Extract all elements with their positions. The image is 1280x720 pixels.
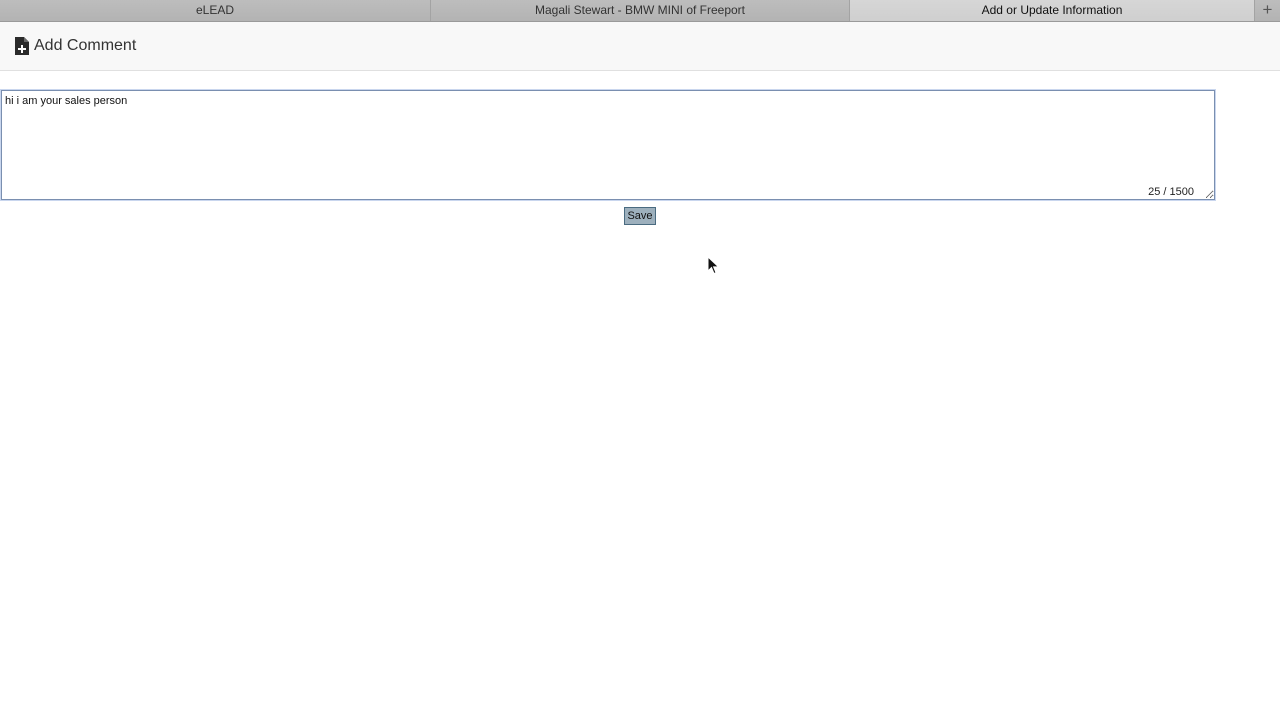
tab-elead[interactable]: eLEAD — [0, 0, 431, 21]
tab-bar: eLEAD Magali Stewart - BMW MINI of Freep… — [0, 0, 1280, 22]
page-title: Add Comment — [34, 37, 137, 54]
save-button[interactable]: Save — [624, 207, 656, 225]
mouse-cursor-icon — [707, 256, 720, 275]
file-plus-icon — [14, 36, 30, 56]
plus-icon[interactable]: + — [1255, 0, 1280, 21]
tab-add-update-info[interactable]: Add or Update Information — [850, 0, 1255, 21]
comment-textarea[interactable] — [1, 90, 1215, 200]
comment-area: 25 / 1500 — [0, 89, 1216, 201]
char-counter: 25 / 1500 — [1146, 186, 1196, 198]
tab-customer[interactable]: Magali Stewart - BMW MINI of Freeport — [431, 0, 850, 21]
page-header: Add Comment — [0, 22, 1280, 71]
